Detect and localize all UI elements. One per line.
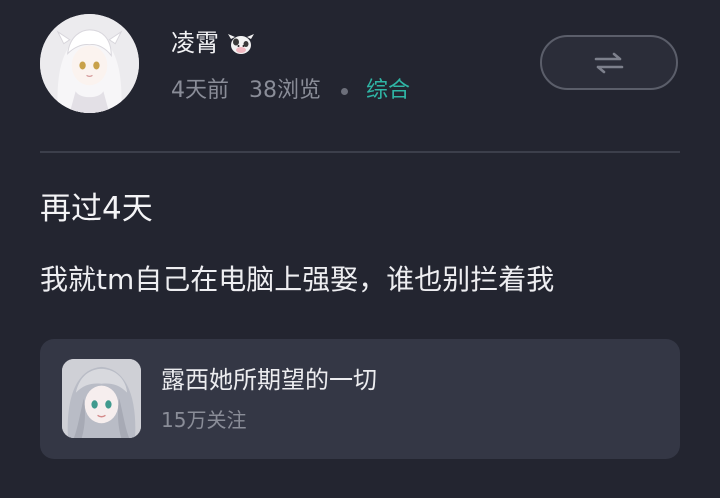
post-meta: 4天前 38浏览 综合 — [171, 75, 410, 107]
author-name[interactable]: 凌霄 — [171, 26, 219, 60]
user-avatar-icon — [40, 14, 139, 113]
header-divider — [40, 151, 680, 153]
author-avatar[interactable] — [40, 14, 139, 113]
game-followers: 15万关注 — [161, 408, 247, 432]
cow-badge-icon — [227, 29, 255, 57]
game-cover — [62, 359, 141, 438]
game-cover-icon — [62, 359, 141, 438]
meta-separator-dot — [341, 87, 348, 95]
swap-arrows-icon — [594, 52, 624, 73]
author-name-row[interactable]: 凌霄 — [171, 26, 255, 60]
post-body: 我就tm自己在电脑上强娶，谁也别拦着我 — [40, 263, 555, 296]
post-title: 再过4天 — [40, 191, 153, 227]
switch-button[interactable] — [540, 35, 678, 90]
game-name[interactable]: 露西她所期望的一切 — [161, 363, 377, 397]
game-card[interactable]: 露西她所期望的一切 15万关注 — [40, 339, 680, 459]
post-views: 38浏览 — [249, 78, 321, 103]
post-time: 4天前 — [171, 78, 229, 103]
post-category[interactable]: 综合 — [366, 75, 410, 107]
post-page: 凌霄 4天前 38浏览 综合 再过4天 我就tm自己在电脑上强娶，谁也别拦着我 … — [0, 0, 720, 498]
